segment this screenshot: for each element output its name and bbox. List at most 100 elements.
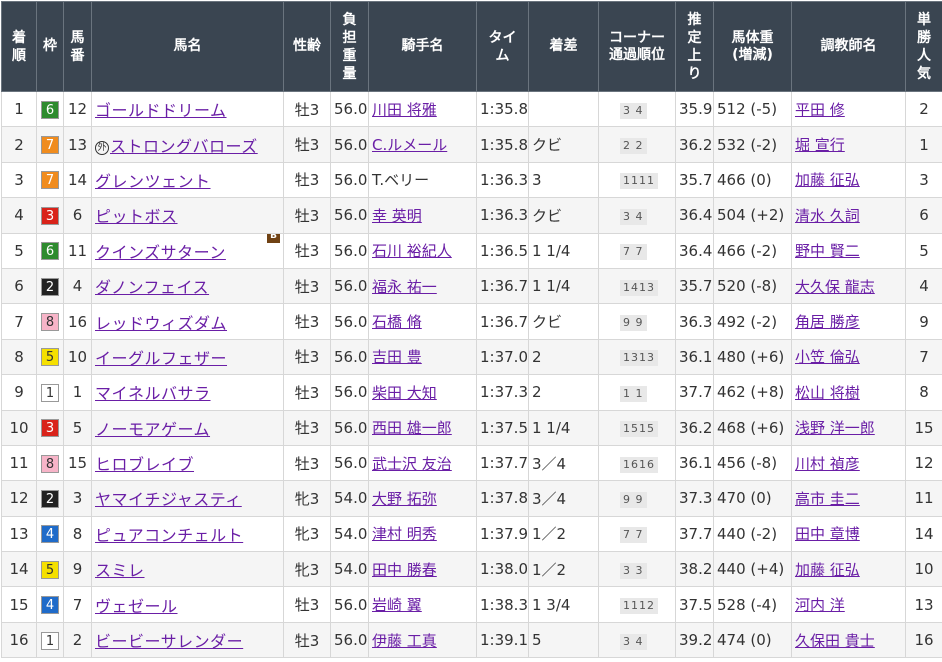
umaban-cell: 9 — [63, 551, 92, 588]
col-trainer[interactable]: 調教師名 — [791, 1, 906, 92]
trainer-link[interactable]: 久保田 貴士 — [795, 632, 875, 650]
col-agari[interactable]: 推定上り — [675, 1, 714, 92]
sexage-cell: 牡3 — [283, 267, 331, 305]
horse-name-link[interactable]: ヤマイチジャスティ — [95, 490, 242, 509]
col-weight[interactable]: 負担重量 — [330, 1, 369, 92]
horse-cell: ダノンフェイス — [91, 267, 284, 305]
waku-cell: 8 — [36, 444, 64, 482]
sexage-cell: 牝3 — [283, 480, 331, 517]
corner-pass-cell: 3 3 — [598, 551, 676, 588]
trainer-link[interactable]: 加藤 征弘 — [795, 561, 860, 579]
horse-name-link[interactable]: イーグルフェザー — [95, 349, 227, 368]
waku-cell: 1 — [36, 374, 64, 411]
margin-cell: 1 3/4 — [528, 586, 599, 623]
corner-pass-cell: 3 4 — [598, 197, 676, 234]
body-weight-cell: 480 (+6) — [713, 338, 792, 376]
horse-name-link[interactable]: ゴールドドリーム — [95, 101, 227, 120]
rank-cell: 8 — [1, 338, 37, 376]
sexage-cell: 牡3 — [283, 586, 331, 623]
time-cell: 1:36.3 — [476, 197, 529, 234]
body-weight-cell: 504 (+2) — [713, 197, 792, 234]
trainer-cell: 加藤 征弘 — [791, 161, 906, 199]
jockey-link[interactable]: 川田 将雅 — [372, 101, 437, 119]
jockey-link[interactable]: 福永 祐一 — [372, 278, 437, 296]
horse-name-link[interactable]: レッドウィズダム — [95, 314, 227, 333]
waku-cell: 5 — [36, 338, 64, 376]
col-margin[interactable]: 着差 — [528, 1, 599, 92]
horse-name-link[interactable]: クインズサターン — [95, 243, 226, 262]
weight-cell: 56.0 — [330, 621, 369, 659]
jockey-link[interactable]: 石川 裕紀人 — [372, 242, 452, 260]
weight-cell: 56.0 — [330, 586, 369, 623]
trainer-cell: 浅野 洋一郎 — [791, 409, 906, 446]
agari-cell: 37.7 — [675, 374, 714, 411]
horse-name-link[interactable]: マイネルバサラ — [95, 384, 211, 403]
umaban-cell: 10 — [63, 338, 92, 376]
jockey-cell: 津村 明秀 — [368, 515, 477, 553]
jockey-link[interactable]: 吉田 豊 — [372, 348, 422, 366]
agari-cell: 35.7 — [675, 267, 714, 305]
jockey-link[interactable]: 石橋 脩 — [372, 313, 422, 331]
trainer-link[interactable]: 平田 修 — [795, 101, 845, 119]
col-popularity[interactable]: 単勝人気 — [905, 1, 942, 92]
corner-pass-badge: 1515 — [620, 421, 658, 438]
jockey-link[interactable]: 柴田 大知 — [372, 384, 437, 402]
corner-pass-badge: 7 7 — [620, 527, 647, 544]
jockey-link[interactable]: C.ルメール — [372, 136, 447, 154]
jockey-link[interactable]: 大野 拓弥 — [372, 490, 437, 508]
horse-name-link[interactable]: グレンツェント — [95, 172, 211, 191]
waku-cell: 5 — [36, 551, 64, 588]
trainer-link[interactable]: 松山 将樹 — [795, 384, 860, 402]
trainer-link[interactable]: 川村 禎彦 — [795, 455, 860, 473]
jockey-link[interactable]: 西田 雄一郎 — [372, 419, 452, 437]
trainer-link[interactable]: 堀 宣行 — [795, 136, 845, 154]
corner-pass-cell: 7 7 — [598, 232, 676, 269]
margin-cell — [528, 90, 599, 128]
trainer-link[interactable]: 角居 勝彦 — [795, 313, 860, 331]
trainer-link[interactable]: 清水 久詞 — [795, 207, 860, 225]
sexage-cell: 牡3 — [283, 161, 331, 199]
horse-name-link[interactable]: ヴェゼール — [95, 597, 178, 616]
blinker-icon: B — [267, 234, 280, 243]
jockey-link[interactable]: 岩崎 翼 — [372, 596, 422, 614]
trainer-link[interactable]: 小笠 倫弘 — [795, 348, 860, 366]
trainer-link[interactable]: 加藤 征弘 — [795, 171, 860, 189]
waku-badge: 3 — [41, 206, 59, 225]
jockey-link[interactable]: 幸 英明 — [372, 207, 422, 225]
umaban-cell: 7 — [63, 586, 92, 623]
horse-name-link[interactable]: ノーモアゲーム — [95, 420, 210, 439]
col-waku[interactable]: 枠 — [36, 1, 64, 92]
jockey-link[interactable]: 田中 勝春 — [372, 561, 437, 579]
col-body-weight[interactable]: 馬体重 (増減) — [713, 1, 792, 92]
horse-name-link[interactable]: ピットボス — [95, 207, 178, 226]
col-horse[interactable]: 馬名 — [91, 1, 284, 92]
horse-name-link[interactable]: ダノンフェイス — [95, 278, 209, 297]
body-weight-cell: 474 (0) — [713, 621, 792, 659]
col-rank[interactable]: 着順 — [1, 1, 37, 92]
horse-name-link[interactable]: スミレ — [95, 561, 145, 580]
horse-name-link[interactable]: ピュアコンチェルト — [95, 526, 243, 545]
horse-name-link[interactable]: ビービーサレンダー — [95, 632, 243, 651]
trainer-link[interactable]: 浅野 洋一郎 — [795, 419, 875, 437]
trainer-link[interactable]: 野中 賢二 — [795, 242, 860, 260]
horse-name-link[interactable]: ストロングバローズ — [110, 137, 258, 156]
trainer-link[interactable]: 河内 洋 — [795, 596, 845, 614]
col-umaban[interactable]: 馬番 — [63, 1, 92, 92]
margin-cell: 1／2 — [528, 515, 599, 553]
horse-name-link[interactable]: ヒロブレイブ — [95, 455, 194, 474]
rank-cell: 4 — [1, 197, 37, 234]
trainer-link[interactable]: 高市 圭二 — [795, 490, 860, 508]
col-jockey[interactable]: 騎手名 — [368, 1, 477, 92]
popularity-cell: 11 — [905, 480, 942, 517]
waku-cell: 6 — [36, 90, 64, 128]
jockey-link[interactable]: 武士沢 友治 — [372, 455, 452, 473]
col-sexage[interactable]: 性齢 — [283, 1, 331, 92]
jockey-link[interactable]: 津村 明秀 — [372, 525, 437, 543]
corner-pass-badge: 7 7 — [620, 244, 647, 261]
trainer-link[interactable]: 大久保 龍志 — [795, 278, 875, 296]
jockey-link[interactable]: 伊藤 工真 — [372, 632, 437, 650]
col-time[interactable]: タイム — [476, 1, 529, 92]
col-corner[interactable]: コーナー 通過順位 — [598, 1, 676, 92]
corner-pass-badge: 1112 — [620, 598, 658, 615]
trainer-link[interactable]: 田中 章博 — [795, 525, 860, 543]
